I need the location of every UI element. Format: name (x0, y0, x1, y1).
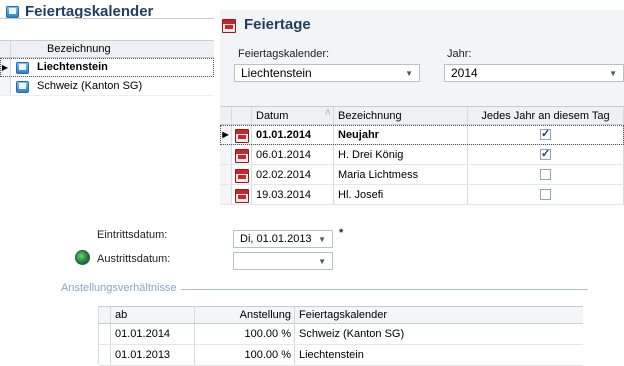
calendar-select-value: Liechtenstein (241, 66, 312, 80)
calendar-icon (235, 188, 249, 203)
year-select-value: 2014 (451, 66, 478, 80)
cell-employment: 100.00 % (195, 324, 295, 344)
yearly-checkbox[interactable] (540, 189, 551, 200)
column-header-datum[interactable]: Datum /\ (252, 107, 334, 124)
row-indicator (220, 165, 232, 184)
cell-date: 02.02.2014 (252, 165, 334, 184)
chevron-down-icon: ▼ (609, 69, 617, 78)
row-indicator (220, 185, 232, 204)
calendar-label: Feiertagskalender: (238, 48, 330, 60)
list-item[interactable]: Schweiz (Kanton SG) (0, 77, 214, 96)
cell-date: 01.01.2014 (252, 125, 334, 144)
column-header-anstellung[interactable]: Anstellung (195, 307, 295, 323)
left-grid-header: Bezeichnung (0, 40, 214, 58)
list-item-label: Schweiz (Kanton SG) (37, 80, 143, 92)
entry-date-label: Eintrittsdatum: (97, 229, 168, 241)
calendar-icon (222, 18, 236, 33)
table-row[interactable]: 06.01.2014 H. Drei König (220, 145, 624, 165)
left-pane-title: Feiertagskalender (25, 2, 154, 20)
globe-icon (75, 250, 90, 265)
employment-table: ab Anstellung Feiertagskalender 01.01.20… (98, 306, 583, 366)
calendar-book-icon (16, 61, 29, 74)
list-item[interactable]: ▶ Liechtenstein (0, 58, 214, 77)
holidays-table-header: Datum /\ Bezeichnung Jedes Jahr an diese… (220, 106, 624, 125)
year-label: Jahr: (447, 48, 472, 60)
column-header-bezeichnung[interactable]: Bezeichnung (334, 107, 468, 124)
sort-asc-icon: /\ (325, 108, 330, 117)
cell-from: 01.01.2013 (111, 345, 195, 365)
yearly-checkbox[interactable] (540, 169, 551, 180)
calendar-select[interactable]: Liechtenstein ▼ (234, 64, 420, 82)
cell-name: H. Drei König (334, 145, 468, 164)
yearly-checkbox[interactable] (540, 147, 551, 160)
entry-date-picker[interactable]: Di, 01.01.2013 ▼ (233, 230, 333, 248)
entry-date-value: Di, 01.01.2013 (240, 233, 312, 245)
exit-date-label: Austrittsdatum: (97, 253, 171, 265)
calendar-icon (235, 148, 249, 163)
required-marker: * (339, 227, 344, 239)
cell-employment: 100.00 % (195, 345, 295, 365)
employment-table-header: ab Anstellung Feiertagskalender (99, 306, 583, 324)
calendar-icon (235, 168, 249, 183)
cell-date: 06.01.2014 (252, 145, 334, 164)
table-row[interactable]: 19.03.2014 Hl. Josefi (220, 185, 624, 205)
table-row[interactable]: 01.01.2013 100.00 % Liechtenstein (99, 345, 583, 366)
holiday-calendar-list-panel: Feiertagskalender Bezeichnung ▶ Liechten… (0, 0, 214, 208)
cell-calendar: Liechtenstein (299, 349, 364, 361)
row-indicator: ▶ (220, 125, 232, 144)
cell-calendar: Schweiz (Kanton SG) (299, 328, 405, 340)
calendar-icon (235, 128, 249, 143)
exit-date-picker[interactable]: ▼ (233, 252, 333, 270)
holidays-panel: Feiertage Feiertagskalender: Liechtenste… (220, 10, 624, 208)
cell-from: 01.01.2014 (111, 324, 195, 344)
cell-name: Maria Lichtmess (334, 165, 468, 184)
row-indicator (220, 145, 232, 164)
calendar-book-icon (6, 5, 19, 18)
holidays-table: Datum /\ Bezeichnung Jedes Jahr an diese… (220, 106, 624, 208)
column-header-yearly[interactable]: Jedes Jahr an diesem Tag (468, 107, 624, 124)
employment-section-title: Anstellungsverhältnisse (61, 282, 181, 294)
column-header-feiertagskalender[interactable]: Feiertagskalender (295, 307, 583, 323)
column-header-bezeichnung[interactable]: Bezeichnung (11, 41, 214, 57)
chevron-down-icon: ▼ (405, 69, 413, 78)
calendar-book-icon (16, 80, 29, 93)
table-row[interactable]: 01.01.2014 100.00 % Schweiz (Kanton SG) (99, 324, 583, 345)
table-row[interactable]: ▶ 01.01.2014 Neujahr (220, 125, 624, 145)
yearly-checkbox[interactable] (540, 127, 551, 140)
right-pane-title: Feiertage (244, 16, 311, 33)
row-indicator: ▶ (0, 58, 11, 76)
chevron-down-icon: ▼ (318, 235, 326, 244)
cell-name: Hl. Josefi (334, 185, 468, 204)
column-header-ab[interactable]: ab (111, 307, 195, 323)
table-row[interactable]: 02.02.2014 Maria Lichtmess (220, 165, 624, 185)
cell-name: Neujahr (334, 125, 468, 144)
right-pane-header: Feiertage (222, 16, 311, 33)
cell-date: 19.03.2014 (252, 185, 334, 204)
employee-panel: Eintrittsdatum: Di, 01.01.2013 ▼ * Austr… (0, 210, 624, 366)
row-indicator (0, 77, 11, 95)
year-select[interactable]: 2014 ▼ (444, 64, 624, 82)
section-divider (170, 289, 588, 290)
list-item-label: Liechtenstein (37, 61, 108, 73)
chevron-down-icon: ▼ (318, 257, 326, 266)
